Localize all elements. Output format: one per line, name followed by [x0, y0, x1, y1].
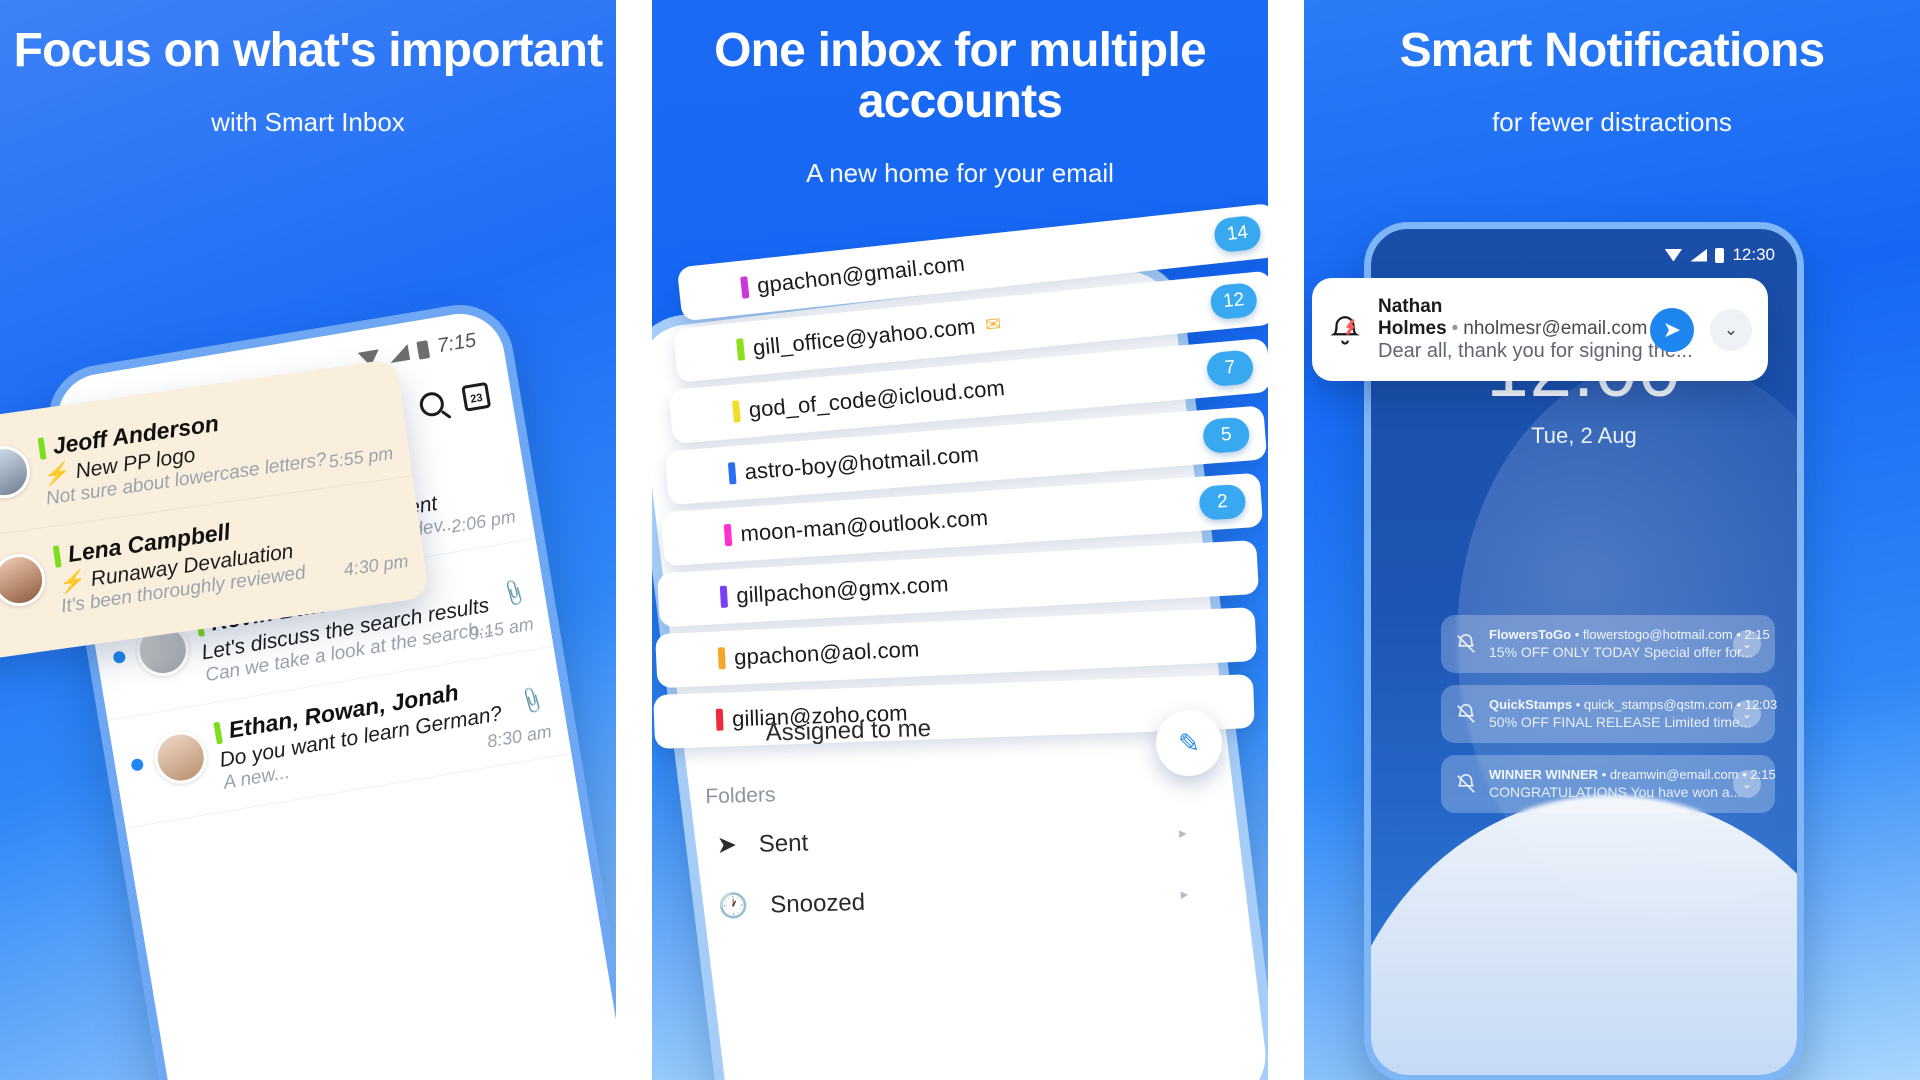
search-icon[interactable]	[418, 390, 446, 419]
avatar	[0, 550, 49, 610]
notification-sender: Nathan Holmes	[1378, 296, 1447, 339]
panel2-title: One inbox for multiple accounts	[714, 24, 1207, 128]
battery-icon	[416, 339, 431, 360]
chevron-down-icon[interactable]: ⌄	[1733, 630, 1761, 658]
battery-icon	[1715, 247, 1725, 263]
account-color-bar	[52, 544, 62, 568]
panel-smart-notifications: Smart Notifications for fewer distractio…	[1304, 0, 1920, 1080]
send-icon: ➤	[716, 831, 738, 859]
account-color-bar	[719, 585, 728, 608]
panel1-title: Focus on what's important	[13, 24, 604, 77]
priority-notification-card[interactable]: Nathan Holmes • nholmesr@email.com Dear al…	[1312, 278, 1768, 381]
status-badge: 5	[1202, 416, 1251, 454]
wifi-icon	[1664, 248, 1683, 262]
status-time: 7:15	[435, 329, 478, 358]
account-email: gpachon@aol.com	[733, 636, 920, 670]
clock-icon: 🕐	[718, 892, 749, 920]
separator-dot: •	[1451, 318, 1459, 339]
panel-one-inbox: One inbox for multiple accounts A new ho…	[652, 0, 1268, 1080]
account-email: gill_office@yahoo.com	[751, 313, 977, 361]
notification-preview: 50% OFF FINAL RELEASE Limited time...	[1489, 714, 1752, 730]
unread-dot	[112, 650, 127, 665]
locked-mailbox-icon: ✉	[984, 313, 1003, 336]
promo-screenshot-stage: Focus on what's important with Smart Inb…	[0, 0, 1920, 1080]
notification-address: dreamwin@email.com	[1609, 767, 1739, 782]
panel3-title: Smart Notifications	[1399, 24, 1826, 77]
lockscreen-wallpaper-wave	[1371, 795, 1797, 1075]
bell-priority-icon	[1328, 313, 1362, 347]
panel1-header: Focus on what's important with Smart Inb…	[0, 0, 616, 138]
account-email: astro-boy@hotmail.com	[743, 441, 980, 485]
status-bar: 12:30	[1664, 245, 1775, 265]
notification-preview: Dear all, thank you for signing the...	[1378, 340, 1693, 362]
account-color-bar	[740, 276, 750, 299]
chevron-down-icon[interactable]: ⌄	[1710, 308, 1752, 351]
bell-muted-icon	[1455, 703, 1477, 725]
status-badge: 7	[1205, 349, 1255, 388]
panel3-subtitle: for fewer distractions	[1492, 106, 1732, 137]
account-email: god_of_code@icloud.com	[747, 375, 1006, 423]
panel2-subtitle: A new home for your email	[806, 157, 1114, 188]
account-color-bar	[213, 721, 223, 744]
account-email: gillpachon@gmx.com	[735, 571, 950, 609]
notification-sender: WINNER WINNER	[1489, 767, 1599, 782]
account-color-bar	[717, 647, 726, 670]
account-card-stack[interactable]: gpachon@gmail.com 14 gill_office@yahoo.c…	[653, 202, 1268, 750]
account-color-bar	[736, 338, 746, 361]
avatar	[150, 727, 211, 788]
account-color-bar	[727, 462, 737, 485]
avatar	[0, 442, 34, 502]
notification-content: QuickStamps • quick_stamps@qstm.com • 12…	[1489, 696, 1777, 732]
account-color-bar	[731, 400, 741, 423]
notification-content: Nathan Holmes • nholmesr@email.com Dear al…	[1378, 296, 1693, 363]
chevron-right-icon[interactable]: ▸	[1179, 823, 1187, 841]
signal-icon	[388, 344, 410, 363]
notification-address: flowerstogo@hotmail.com	[1582, 627, 1733, 642]
status-badge: 12	[1209, 281, 1259, 321]
notification-address: quick_stamps@qstm.com	[1583, 697, 1733, 712]
notification-preview: CONGRATULATIONS You have won a...	[1489, 784, 1742, 800]
panel2-header: One inbox for multiple accounts A new ho…	[652, 0, 1268, 189]
sidebar-item-label: Snoozed	[769, 888, 866, 918]
bell-muted-icon	[1455, 773, 1477, 795]
signal-icon	[1690, 248, 1708, 262]
bell-muted-icon	[1455, 633, 1477, 655]
muted-notification-list[interactable]: FlowersToGo • flowerstogo@hotmail.com • …	[1441, 615, 1777, 825]
panel1-subtitle: with Smart Inbox	[211, 106, 405, 137]
notification-meta: Nathan Holmes • nholmesr@email.com	[1378, 296, 1647, 339]
sidebar-item-label: Sent	[758, 828, 809, 858]
list-item[interactable]: WINNER WINNER • dreamwin@email.com • 2:1…	[1441, 755, 1776, 813]
unread-dot	[130, 757, 145, 772]
panel3-header: Smart Notifications for fewer distractio…	[1304, 0, 1920, 138]
list-item[interactable]: FlowersToGo • flowerstogo@hotmail.com • …	[1441, 615, 1775, 673]
notification-content: WINNER WINNER • dreamwin@email.com • 2:1…	[1489, 766, 1776, 802]
send-plane-icon[interactable]: ➤	[1650, 307, 1694, 352]
status-badge: 2	[1198, 483, 1247, 521]
lockscreen-date: Tue, 2 Aug	[1531, 423, 1637, 448]
account-color-bar	[723, 523, 733, 547]
chevron-down-icon[interactable]: ⌄	[1733, 700, 1761, 728]
chevron-right-icon[interactable]: ▸	[1180, 884, 1189, 902]
notification-address: nholmesr@email.com	[1463, 318, 1648, 339]
notification-sender: QuickStamps	[1489, 697, 1573, 712]
compose-button[interactable]: ✎	[1156, 710, 1222, 776]
account-email: gpachon@gmail.com	[755, 250, 967, 299]
account-email: moon-man@outlook.com	[739, 504, 989, 547]
notification-content: FlowersToGo • flowerstogo@hotmail.com • …	[1489, 626, 1770, 662]
calendar-day-label: 23	[469, 391, 484, 406]
status-badge: 14	[1212, 214, 1263, 254]
notification-sender: FlowersToGo	[1489, 627, 1572, 642]
status-time: 12:30	[1732, 245, 1775, 264]
chevron-down-icon[interactable]: ⌄	[1733, 770, 1761, 798]
panel-smart-inbox: Focus on what's important with Smart Inb…	[0, 0, 616, 1080]
calendar-icon[interactable]: 23	[461, 381, 492, 412]
notification-preview: 15% OFF ONLY TODAY Special offer for...	[1489, 644, 1753, 660]
list-item[interactable]: QuickStamps • quick_stamps@qstm.com • 12…	[1441, 685, 1777, 743]
notification-meta: FlowersToGo • flowerstogo@hotmail.com • …	[1489, 627, 1770, 642]
account-color-bar	[37, 436, 47, 460]
